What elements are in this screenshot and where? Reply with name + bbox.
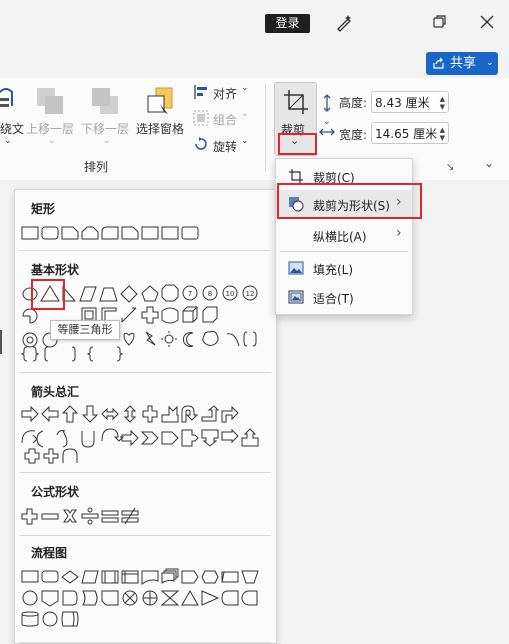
menu-label-aspect-ratio: 纵横比(A) (313, 230, 367, 244)
number-shape-12: 12 (246, 290, 255, 298)
title-bar: 登录 (0, 0, 509, 46)
selection-handle (0, 330, 12, 354)
crop-dropdown-menu: 裁剪(C) 裁剪为形状(S) › 纵横比(A) › 填充(L) 适合(T) (275, 158, 413, 315)
menu-item-fit[interactable]: 适合(T) (276, 283, 412, 311)
shape-row-equation[interactable] (21, 507, 151, 525)
rotate-chevron[interactable]: ⌄ (241, 136, 249, 146)
section-divider (19, 372, 271, 373)
ribbon: 绕文 ⌄ 上移一层 ⌄ 下移一层 ⌄ 选择窗格 对齐 ⌄ 组合 ⌄ 旋转 ⌄ 排… (0, 78, 509, 181)
section-block-arrows: 箭头总汇 (31, 385, 80, 399)
chevron-right-icon: › (396, 225, 402, 241)
menu-divider (280, 251, 408, 252)
section-rectangles: 矩形 (31, 202, 56, 216)
selection-pane-icon (147, 87, 173, 114)
bring-forward-chevron[interactable]: ⌄ (48, 136, 56, 146)
share-icon (433, 57, 444, 69)
wrap-text-chevron[interactable]: ⌄ (4, 136, 12, 146)
shape-tooltip: 等腰三角形 (50, 320, 120, 340)
group-separator (265, 84, 266, 172)
section-flowchart: 流程图 (31, 546, 68, 560)
number-shape-7: 7 (188, 290, 192, 298)
group-button[interactable]: 组合 (213, 111, 237, 128)
menu-label-fill: 填充(L) (313, 263, 354, 277)
fill-picture-icon (288, 261, 304, 275)
send-backward-chevron[interactable]: ⌄ (103, 136, 111, 146)
height-value: 8.43 厘米 (375, 96, 430, 110)
section-divider (19, 642, 271, 643)
send-backward-button[interactable]: 下移一层 (81, 120, 129, 137)
shapes-gallery: 矩形 基本形状 7 8 10 12 箭头总汇 公式形状 流程图 (14, 189, 277, 644)
align-button[interactable]: 对齐 (213, 85, 237, 102)
group-chevron[interactable]: ⌄ (241, 109, 249, 119)
number-shape-10: 10 (226, 290, 235, 298)
section-equation-shapes: 公式形状 (31, 485, 80, 499)
align-chevron[interactable]: ⌄ (241, 83, 249, 93)
height-spinner[interactable]: ▲ ▼ (440, 95, 445, 111)
dialog-launcher-icon[interactable]: ↘ (446, 162, 454, 173)
height-label: 高度: (339, 96, 368, 110)
pen-sparkle-icon[interactable] (334, 13, 354, 33)
shape-row-brackets[interactable] (21, 345, 131, 363)
crop-icon (289, 169, 303, 183)
isosceles-triangle-highlight (31, 279, 65, 310)
group-icon (193, 110, 209, 126)
selection-pane-button[interactable]: 选择窗格 (136, 120, 184, 137)
shape-row-rectangles[interactable] (21, 224, 211, 242)
section-divider (19, 535, 271, 536)
height-icon (323, 94, 331, 112)
share-label: 共享 (450, 56, 477, 71)
section-divider (19, 472, 271, 473)
menu-item-fill[interactable]: 填充(L) (276, 254, 412, 282)
rotate-icon (195, 137, 207, 150)
height-field[interactable]: 8.43 厘米 ▲ ▼ (371, 91, 449, 113)
width-field[interactable]: 14.65 厘米 ▲ ▼ (371, 122, 449, 144)
ribbon-collapse-chevron[interactable]: ⌄ (484, 156, 494, 170)
width-icon (319, 128, 335, 136)
chevron-down-icon[interactable]: ⌄ (486, 52, 494, 75)
close-icon[interactable] (477, 12, 497, 32)
width-spinner[interactable]: ▲ ▼ (440, 126, 445, 142)
rotate-button[interactable]: 旋转 (213, 138, 237, 155)
shape-grid-flowchart[interactable] (21, 568, 265, 632)
wrap-text-icon[interactable] (0, 86, 16, 114)
fit-picture-icon (288, 290, 304, 304)
login-button[interactable]: 登录 (265, 14, 310, 33)
section-divider (19, 250, 271, 251)
wrap-text-label[interactable]: 绕文 (0, 120, 24, 137)
crop-icon (284, 90, 308, 114)
bring-forward-button[interactable]: 上移一层 (26, 120, 74, 137)
menu-item-aspect-ratio[interactable]: 纵横比(A) › (276, 221, 412, 249)
restore-icon[interactable] (429, 12, 449, 32)
crop-to-shape-highlight (277, 183, 422, 219)
share-button[interactable]: 共享 ⌄ (426, 52, 498, 75)
align-icon (194, 85, 207, 99)
send-backward-icon (92, 88, 118, 114)
width-value: 14.65 厘米 (375, 127, 438, 141)
menu-label-fit: 适合(T) (313, 292, 354, 306)
bring-forward-icon (37, 88, 63, 114)
number-shape-8: 8 (208, 290, 212, 298)
crop-dropdown-chevron[interactable]: ⌄ (290, 134, 299, 147)
width-label: 宽度: (339, 128, 368, 142)
section-basic-shapes: 基本形状 (31, 263, 80, 277)
arrange-group-label: 排列 (84, 160, 109, 174)
shape-grid-arrows[interactable] (21, 405, 265, 465)
